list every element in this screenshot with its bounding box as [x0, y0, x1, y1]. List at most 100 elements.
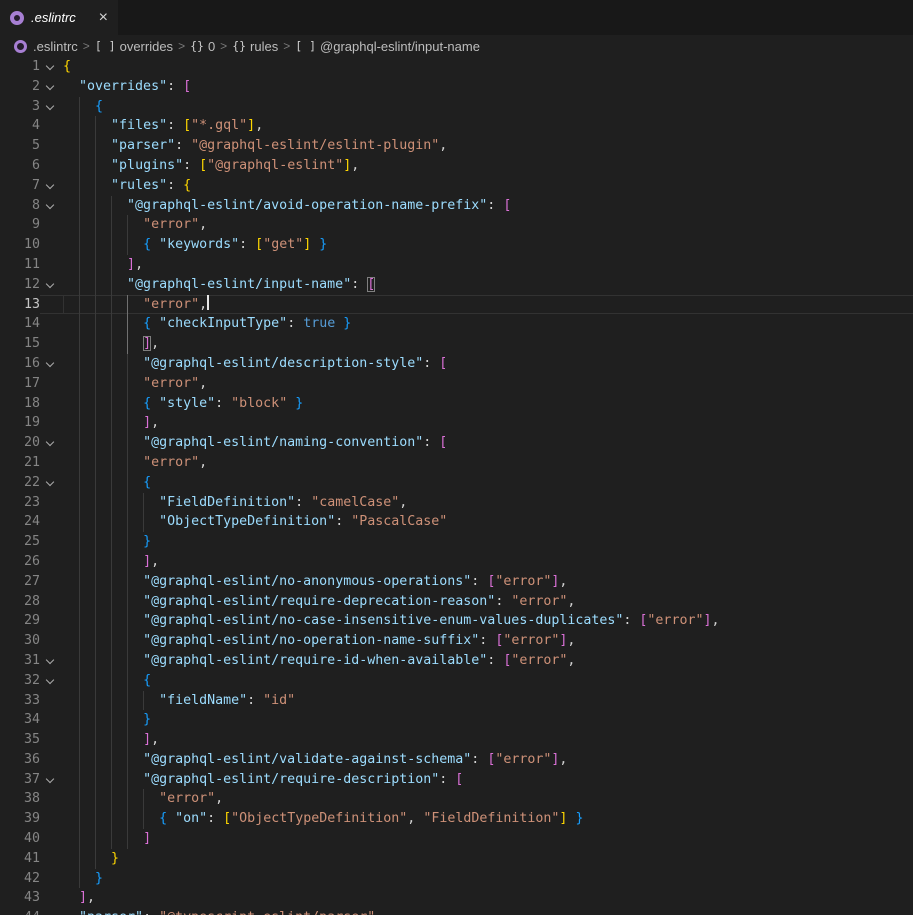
line-number[interactable]: 37: [0, 770, 40, 790]
line-number[interactable]: 11: [0, 255, 40, 275]
code-line[interactable]: 44 "parser": "@typescript-eslint/parser": [0, 908, 913, 915]
code-line[interactable]: 1{: [0, 57, 913, 77]
fold-control[interactable]: [40, 97, 63, 117]
line-number[interactable]: 19: [0, 413, 40, 433]
line-number[interactable]: 21: [0, 453, 40, 473]
code-line[interactable]: 26 ],: [0, 552, 913, 572]
code-line[interactable]: 19 ],: [0, 413, 913, 433]
code-line[interactable]: 27 "@graphql-eslint/no-anonymous-operati…: [0, 572, 913, 592]
fold-control[interactable]: [40, 671, 63, 691]
code-line[interactable]: 21 "error",: [0, 453, 913, 473]
line-number[interactable]: 6: [0, 156, 40, 176]
breadcrumb-item-rules[interactable]: rules: [250, 39, 278, 54]
code-line[interactable]: 16 "@graphql-eslint/description-style": …: [0, 354, 913, 374]
line-number[interactable]: 13: [0, 295, 40, 315]
code-line[interactable]: 40 ]: [0, 829, 913, 849]
code-line[interactable]: 3 {: [0, 97, 913, 117]
code-line[interactable]: 23 "FieldDefinition": "camelCase",: [0, 493, 913, 513]
line-number[interactable]: 36: [0, 750, 40, 770]
code-line[interactable]: 31 "@graphql-eslint/require-id-when-avai…: [0, 651, 913, 671]
line-number[interactable]: 3: [0, 97, 40, 117]
code-line[interactable]: 42 }: [0, 869, 913, 889]
code-line[interactable]: 15 ],: [0, 334, 913, 354]
line-number[interactable]: 27: [0, 572, 40, 592]
close-icon[interactable]: ×: [99, 10, 108, 26]
line-number[interactable]: 15: [0, 334, 40, 354]
fold-control[interactable]: [40, 433, 63, 453]
fold-control[interactable]: [40, 196, 63, 216]
line-number[interactable]: 38: [0, 789, 40, 809]
code-line[interactable]: 24 "ObjectTypeDefinition": "PascalCase": [0, 512, 913, 532]
line-number[interactable]: 39: [0, 809, 40, 829]
line-number[interactable]: 28: [0, 592, 40, 612]
breadcrumb-item--eslintrc[interactable]: .eslintrc: [33, 39, 78, 54]
code-line[interactable]: 34 }: [0, 710, 913, 730]
code-line[interactable]: 22 {: [0, 473, 913, 493]
code-line[interactable]: 10 { "keywords": ["get"] }: [0, 235, 913, 255]
code-line[interactable]: 12 "@graphql-eslint/input-name": [: [0, 275, 913, 295]
line-number[interactable]: 31: [0, 651, 40, 671]
code-line[interactable]: 38 "error",: [0, 789, 913, 809]
line-number[interactable]: 29: [0, 611, 40, 631]
code-line[interactable]: 28 "@graphql-eslint/require-deprecation-…: [0, 592, 913, 612]
code-line[interactable]: 35 ],: [0, 730, 913, 750]
code-line[interactable]: 29 "@graphql-eslint/no-case-insensitive-…: [0, 611, 913, 631]
line-number[interactable]: 30: [0, 631, 40, 651]
tab-eslintrc[interactable]: .eslintrc ×: [0, 0, 118, 35]
code-line[interactable]: 17 "error",: [0, 374, 913, 394]
line-number[interactable]: 1: [0, 57, 40, 77]
line-number[interactable]: 34: [0, 710, 40, 730]
code-line[interactable]: 36 "@graphql-eslint/validate-against-sch…: [0, 750, 913, 770]
line-number[interactable]: 23: [0, 493, 40, 513]
code-line[interactable]: 2 "overrides": [: [0, 77, 913, 97]
code-line[interactable]: 30 "@graphql-eslint/no-operation-name-su…: [0, 631, 913, 651]
code-line[interactable]: 7 "rules": {: [0, 176, 913, 196]
line-number[interactable]: 9: [0, 215, 40, 235]
line-number[interactable]: 4: [0, 116, 40, 136]
fold-control[interactable]: [40, 651, 63, 671]
line-number[interactable]: 5: [0, 136, 40, 156]
code-line[interactable]: 39 { "on": ["ObjectTypeDefinition", "Fie…: [0, 809, 913, 829]
fold-control[interactable]: [40, 770, 63, 790]
line-number[interactable]: 2: [0, 77, 40, 97]
line-number[interactable]: 43: [0, 888, 40, 908]
code-line[interactable]: 14 { "checkInputType": true }: [0, 314, 913, 334]
line-number[interactable]: 26: [0, 552, 40, 572]
line-number[interactable]: 12: [0, 275, 40, 295]
code-line[interactable]: 37 "@graphql-eslint/require-description"…: [0, 770, 913, 790]
line-number[interactable]: 22: [0, 473, 40, 493]
line-number[interactable]: 25: [0, 532, 40, 552]
fold-control[interactable]: [40, 176, 63, 196]
line-number[interactable]: 40: [0, 829, 40, 849]
code-line[interactable]: 6 "plugins": ["@graphql-eslint"],: [0, 156, 913, 176]
code-line[interactable]: 25 }: [0, 532, 913, 552]
code-line[interactable]: 13 "error",: [0, 295, 913, 315]
line-number[interactable]: 42: [0, 869, 40, 889]
line-number[interactable]: 14: [0, 314, 40, 334]
fold-control[interactable]: [40, 275, 63, 295]
line-number[interactable]: 7: [0, 176, 40, 196]
fold-control[interactable]: [40, 354, 63, 374]
code-line[interactable]: 32 {: [0, 671, 913, 691]
line-number[interactable]: 16: [0, 354, 40, 374]
code-line[interactable]: 18 { "style": "block" }: [0, 394, 913, 414]
code-line[interactable]: 20 "@graphql-eslint/naming-convention": …: [0, 433, 913, 453]
line-number[interactable]: 44: [0, 908, 40, 915]
fold-control[interactable]: [40, 473, 63, 493]
line-number[interactable]: 24: [0, 512, 40, 532]
code-line[interactable]: 11 ],: [0, 255, 913, 275]
code-line[interactable]: 43 ],: [0, 888, 913, 908]
breadcrumb-item--graphql-eslint-input-name[interactable]: @graphql-eslint/input-name: [320, 39, 480, 54]
breadcrumb-item-overrides[interactable]: overrides: [120, 39, 173, 54]
fold-control[interactable]: [40, 77, 63, 97]
line-number[interactable]: 8: [0, 196, 40, 216]
code-line[interactable]: 5 "parser": "@graphql-eslint/eslint-plug…: [0, 136, 913, 156]
line-number[interactable]: 18: [0, 394, 40, 414]
fold-control[interactable]: [40, 57, 63, 77]
line-number[interactable]: 32: [0, 671, 40, 691]
line-number[interactable]: 33: [0, 691, 40, 711]
line-number[interactable]: 17: [0, 374, 40, 394]
code-line[interactable]: 4 "files": ["*.gql"],: [0, 116, 913, 136]
code-line[interactable]: 9 "error",: [0, 215, 913, 235]
line-number[interactable]: 10: [0, 235, 40, 255]
